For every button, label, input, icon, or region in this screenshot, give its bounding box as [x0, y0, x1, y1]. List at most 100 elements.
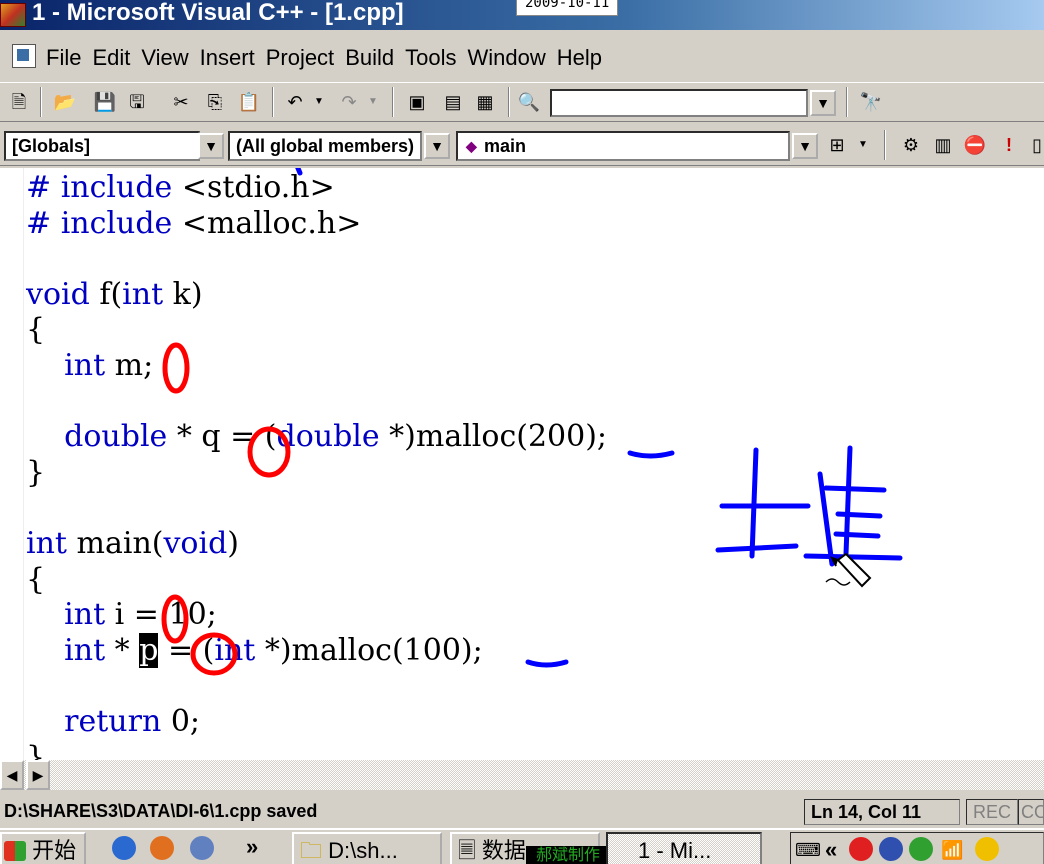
- title-bar[interactable]: 1 - Microsoft Visual C++ - [1.cpp] 2009-…: [0, 0, 1044, 30]
- folder-icon: 🗀: [300, 838, 323, 863]
- open-icon[interactable]: 📂: [52, 89, 78, 115]
- paste-icon[interactable]: 📋: [236, 89, 262, 115]
- code-line[interactable]: {: [26, 562, 607, 598]
- code-line[interactable]: # include <stdio.h>: [26, 170, 607, 206]
- workspace-icon[interactable]: ▣: [404, 89, 430, 115]
- new-text-file-icon[interactable]: 🗎: [6, 89, 32, 115]
- scroll-right-icon[interactable]: ▶: [26, 760, 50, 790]
- window-title: 1 - Microsoft Visual C++ - [1.cpp]: [32, 0, 404, 26]
- firefox-icon[interactable]: [150, 836, 174, 860]
- compile-icon[interactable]: ⚙: [898, 132, 924, 158]
- find-in-files-icon[interactable]: 🔍: [516, 89, 542, 115]
- menu-window[interactable]: Window: [463, 38, 552, 78]
- redo-icon[interactable]: ↷: [336, 89, 362, 115]
- execute-icon[interactable]: !: [996, 132, 1022, 158]
- toolbar-separator: [884, 130, 886, 160]
- tray-chevron-icon[interactable]: «: [825, 833, 837, 864]
- vc6-window: 1 - Microsoft Visual C++ - [1.cpp] 2009-…: [0, 0, 1044, 864]
- document-icon[interactable]: [12, 44, 36, 68]
- code-line[interactable]: }: [26, 740, 607, 761]
- breakpoint-icon[interactable]: ▯: [1024, 132, 1044, 158]
- find-icon[interactable]: 🔭: [858, 89, 884, 115]
- code-line[interactable]: void f(int k): [26, 277, 607, 313]
- find-dropdown-icon[interactable]: ▼: [810, 90, 836, 116]
- copy-icon[interactable]: ⎘: [202, 89, 228, 115]
- code-line[interactable]: int i = 10;: [26, 597, 607, 633]
- tray-app-icon[interactable]: [879, 837, 903, 861]
- cut-icon[interactable]: ✂: [168, 89, 194, 115]
- code-line[interactable]: [26, 490, 607, 526]
- code-line[interactable]: # include <malloc.h>: [26, 206, 607, 242]
- undo-icon[interactable]: ↶: [282, 89, 308, 115]
- rec-indicator: REC: [966, 799, 1018, 825]
- members-combo[interactable]: (All global members): [228, 131, 422, 161]
- menu-help[interactable]: Help: [553, 38, 609, 78]
- ink-stroke: [715, 543, 799, 553]
- code-line[interactable]: return 0;: [26, 704, 607, 740]
- code-line[interactable]: int main(void): [26, 526, 607, 562]
- stop-build-icon[interactable]: ⛔: [962, 132, 988, 158]
- menu-insert[interactable]: Insert: [196, 38, 262, 78]
- build-icon[interactable]: ▥: [930, 132, 956, 158]
- document-app-icon: 🗏: [458, 838, 476, 863]
- scroll-left-icon[interactable]: ◀: [0, 760, 24, 790]
- code-line[interactable]: }: [26, 455, 607, 491]
- code-line[interactable]: int m;: [26, 348, 607, 384]
- function-dropdown-icon[interactable]: ▼: [792, 133, 818, 159]
- menu-build[interactable]: Build: [341, 38, 401, 78]
- menu-tools[interactable]: Tools: [401, 38, 463, 78]
- output-icon[interactable]: ▤: [440, 89, 466, 115]
- find-input[interactable]: [550, 89, 808, 117]
- app-icon[interactable]: [0, 3, 26, 27]
- status-bar: D:\SHARE\S3\DATA\DI-6\1.cpp saved Ln 14,…: [0, 796, 1044, 826]
- task-label: 1 - Mi...: [638, 838, 712, 863]
- function-combo[interactable]: ◆ main: [456, 131, 790, 161]
- code-editor[interactable]: # include <stdio.h> # include <malloc.h> …: [0, 168, 1044, 760]
- toolbar-separator: [40, 87, 42, 117]
- toolbar-separator: [846, 87, 848, 117]
- ie-icon[interactable]: [112, 836, 136, 860]
- tray-app-icon[interactable]: [849, 837, 873, 861]
- tray-app-icon[interactable]: [975, 837, 999, 861]
- members-dropdown-icon[interactable]: ▼: [424, 133, 450, 159]
- scope-dropdown-icon[interactable]: ▼: [198, 133, 224, 159]
- code-lines[interactable]: # include <stdio.h> # include <malloc.h> …: [26, 170, 607, 760]
- menu-view[interactable]: View: [137, 38, 195, 78]
- code-line[interactable]: {: [26, 312, 607, 348]
- ink-stroke: [835, 511, 883, 519]
- ink-stroke: [803, 553, 903, 561]
- function-icon: ◆: [466, 138, 477, 154]
- menu-file[interactable]: File: [42, 38, 88, 78]
- menu-project[interactable]: Project: [262, 38, 341, 78]
- quicklaunch-icon[interactable]: [190, 836, 214, 860]
- start-button[interactable]: 开始: [0, 832, 87, 864]
- code-line[interactable]: [26, 384, 607, 420]
- network-icon[interactable]: 📶: [941, 833, 963, 864]
- ink-stroke: [843, 445, 853, 557]
- toolbar-separator: [508, 87, 510, 117]
- tray-app-icon[interactable]: [909, 837, 933, 861]
- code-line[interactable]: double * q = (double *)malloc(200);: [26, 419, 607, 455]
- start-label: 开始: [32, 838, 77, 863]
- col-indicator: COL: [1018, 799, 1044, 825]
- wizard-bar: [Globals] ▼ (All global members) ▼ ◆ mai…: [0, 126, 1044, 166]
- menu-edit[interactable]: Edit: [88, 38, 137, 78]
- keyboard-icon[interactable]: ⌨: [795, 833, 821, 864]
- code-line[interactable]: [26, 668, 607, 704]
- save-icon[interactable]: 💾: [92, 89, 118, 115]
- code-line[interactable]: int * p = (int *)malloc(100);: [26, 632, 607, 669]
- undo-dropdown-icon[interactable]: ▼: [306, 89, 332, 115]
- redo-dropdown-icon[interactable]: ▼: [360, 89, 386, 115]
- code-line[interactable]: [26, 241, 607, 277]
- wizard-action-dropdown-icon[interactable]: ▼: [850, 132, 876, 158]
- text-cursor: p: [139, 632, 159, 668]
- window-list-icon[interactable]: ▦: [472, 89, 498, 115]
- horizontal-scrollbar[interactable]: ◀ ▶: [0, 760, 1044, 790]
- quicklaunch-chevron[interactable]: »: [246, 830, 258, 864]
- task-explorer[interactable]: 🗀 D:\sh...: [292, 832, 442, 864]
- pen-cursor-icon: [825, 552, 872, 588]
- save-all-icon[interactable]: 🖫: [124, 89, 150, 115]
- scope-combo[interactable]: [Globals]: [4, 131, 200, 161]
- wizard-action-icon[interactable]: ⊞: [824, 132, 850, 158]
- task-vc6[interactable]: 1 - Mi...: [606, 832, 762, 864]
